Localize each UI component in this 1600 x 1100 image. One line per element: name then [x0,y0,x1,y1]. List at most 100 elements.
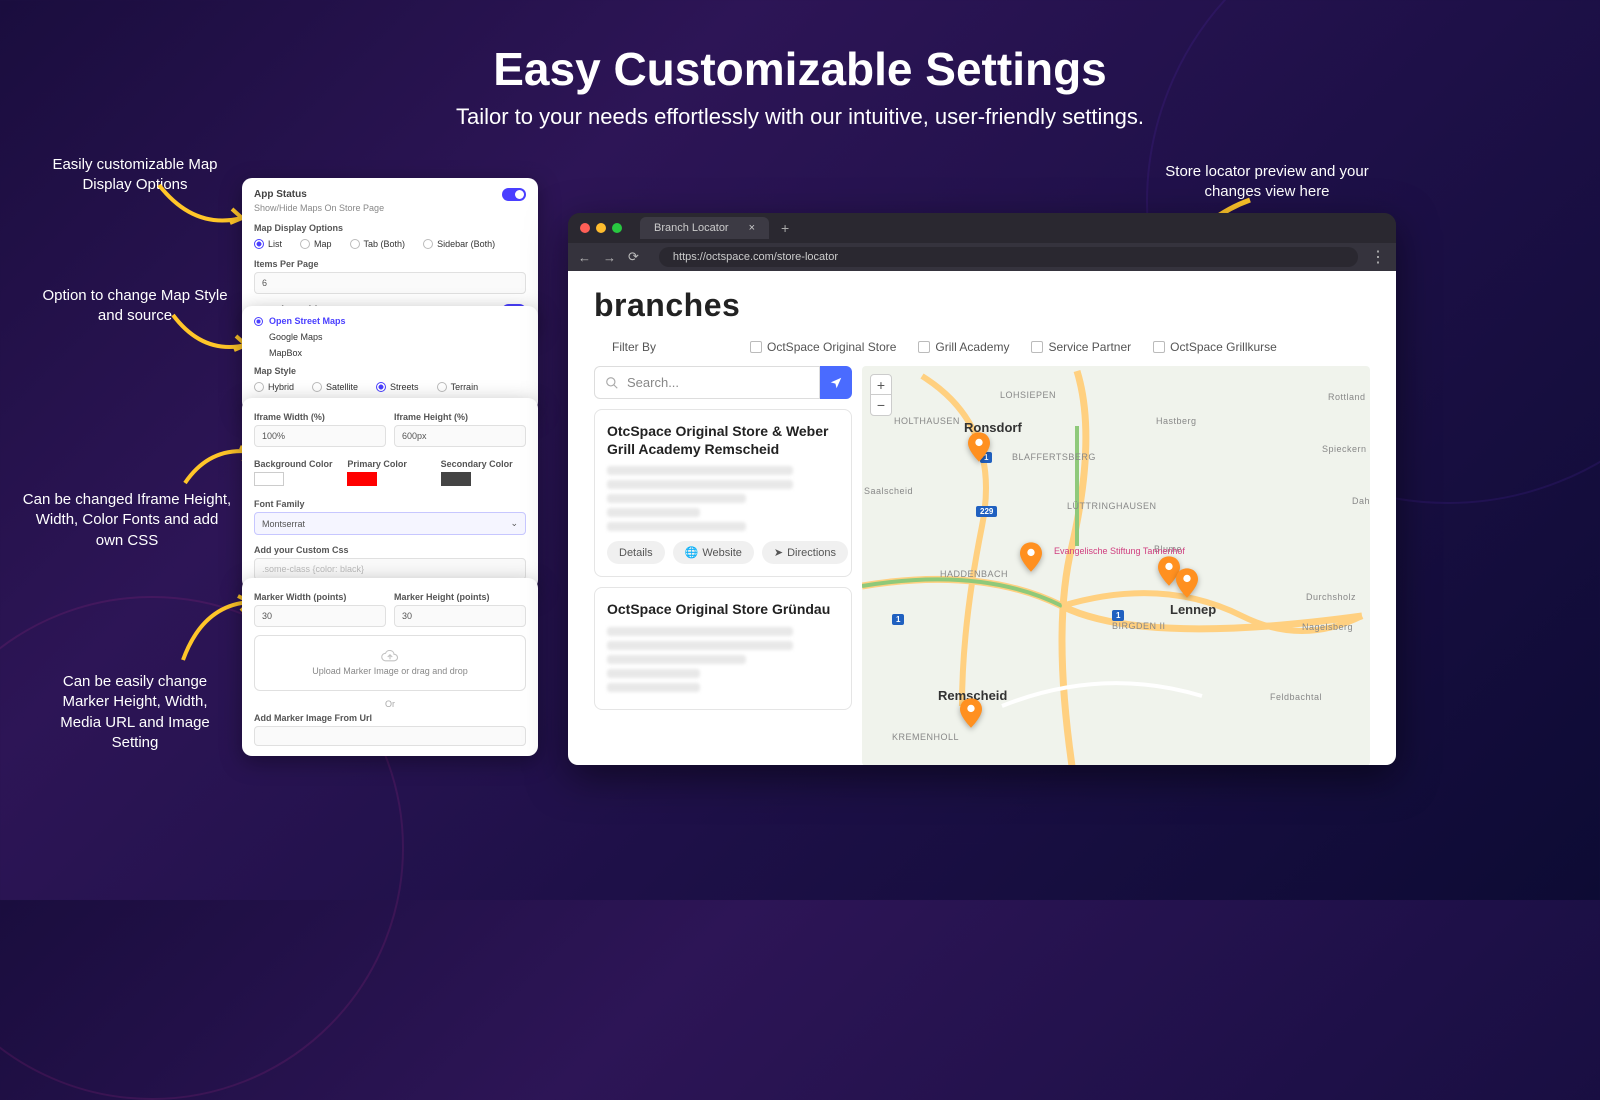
globe-icon: 🌐 [685,546,699,559]
custom-css-input[interactable]: .some-class {color: black} [254,558,526,580]
browser-tab[interactable]: Branch Locator× [640,217,769,239]
locate-button[interactable] [820,366,852,399]
search-input[interactable]: Search... [594,366,820,399]
store-card-2[interactable]: OctSpace Original Store Gründau [594,587,852,709]
url-input[interactable]: https://octspace.com/store-locator [659,247,1358,267]
new-tab-button[interactable]: + [781,220,789,236]
map-poi: Evangelische Stiftung Tannenhof [1054,546,1185,556]
city-lennep: Lennep [1170,602,1216,617]
marker-width-input[interactable]: 30 [254,605,386,627]
bg-color-label: Background Color [254,459,339,469]
radio-terrain[interactable]: Terrain [437,382,479,392]
window-maximize-icon[interactable] [612,223,622,233]
radio-satellite[interactable]: Satellite [312,382,358,392]
source-google[interactable]: Google Maps [254,332,526,342]
annotation-preview: Store locator preview and your changes v… [1162,162,1372,203]
marker-height-label: Marker Height (points) [394,592,526,602]
filter-service-partner[interactable]: Service Partner [1031,340,1131,354]
map-pin[interactable] [1020,542,1042,572]
search-icon [605,376,619,390]
website-button[interactable]: 🌐Website [673,541,754,564]
zoom-out-button[interactable]: − [871,395,891,415]
app-status-label: App Status [254,189,307,200]
map-area: BLAFFERTSBERG [1012,452,1096,462]
chevron-down-icon: ⌄ [510,518,518,529]
annotation-display-options: Easily customizable Map Display Options [40,155,230,196]
map-area: Nagelsberg [1302,622,1353,632]
forward-icon[interactable]: → [603,250,616,265]
card-iframe-style: Iframe Width (%) 100% Iframe Height (%) … [242,398,538,590]
store-card-1[interactable]: OtcSpace Original Store & Weber Grill Ac… [594,409,852,577]
marker-height-input[interactable]: 30 [394,605,526,627]
map-area: BIRGDEN II [1112,621,1166,631]
annotation-map-style: Option to change Map Style and source [40,286,230,327]
hero-subtitle: Tailor to your needs effortlessly with o… [0,104,1600,130]
annotation-marker: Can be easily change Marker Height, Widt… [40,672,230,753]
card-marker: Marker Width (points) 30 Marker Height (… [242,578,538,756]
filter-grillkurse[interactable]: OctSpace Grillkurse [1153,340,1277,354]
zoom-in-button[interactable]: + [871,375,891,395]
store-2-title: OctSpace Original Store Gründau [607,600,839,618]
details-button[interactable]: Details [607,541,665,564]
map-area: HADDENBACH [940,569,1008,579]
marker-url-input[interactable] [254,726,526,746]
page-heading: branches [594,287,1370,324]
map-pin[interactable] [968,432,990,462]
location-arrow-icon [829,376,843,390]
map-area: Durchsholz [1306,592,1356,602]
map-pin[interactable] [960,698,982,728]
radio-list[interactable]: List [254,239,282,249]
window-close-icon[interactable] [580,223,590,233]
custom-css-label: Add your Custom Css [254,545,526,555]
radio-map[interactable]: Map [300,239,332,249]
marker-image-dropzone[interactable]: Upload Marker Image or drag and drop [254,635,526,691]
source-mapbox[interactable]: MapBox [254,348,526,358]
radio-sidebar[interactable]: Sidebar (Both) [423,239,495,249]
map-pin[interactable] [1176,568,1198,598]
filter-original-store[interactable]: OctSpace Original Store [750,340,896,354]
font-family-label: Font Family [254,499,526,509]
close-tab-icon[interactable]: × [749,222,755,234]
source-openstreet[interactable]: Open Street Maps [254,316,526,326]
map-area: KREMENHOLL [892,732,959,742]
secondary-color-label: Secondary Color [441,459,526,469]
upload-icon [381,650,399,664]
map-area: Spieckern [1322,444,1367,454]
directions-button[interactable]: ➤Directions [762,541,848,564]
annotation-iframe-css: Can be changed Iframe Height, Width, Col… [22,490,232,551]
font-family-select[interactable]: Montserrat⌄ [254,512,526,535]
reload-icon[interactable]: ⟳ [628,249,639,265]
bg-color-swatch[interactable] [254,472,284,486]
items-per-page-label: Items Per Page [254,259,526,269]
card-map-source: Open Street Maps Google Maps MapBox Map … [242,306,538,412]
map-area: HOLTHAUSEN [894,416,960,426]
marker-width-label: Marker Width (points) [254,592,386,602]
iframe-height-input[interactable]: 600px [394,425,526,447]
radio-hybrid[interactable]: Hybrid [254,382,294,392]
filter-grill-academy[interactable]: Grill Academy [918,340,1009,354]
map-area: Rottland [1328,392,1366,402]
primary-color-swatch[interactable] [347,472,377,486]
map-preview[interactable]: + − LOHSIEPEN HOLTHAUS [862,366,1370,765]
browser-window: Branch Locator× + ← → ⟳ https://octspace… [568,213,1396,765]
window-minimize-icon[interactable] [596,223,606,233]
secondary-color-swatch[interactable] [441,472,471,486]
radio-streets[interactable]: Streets [376,382,419,392]
items-per-page-input[interactable]: 6 [254,272,526,294]
iframe-height-label: Iframe Height (%) [394,412,526,422]
map-area: Hastberg [1156,416,1197,426]
road-number: 1 [1112,610,1124,621]
back-icon[interactable]: ← [578,250,591,265]
hero-title: Easy Customizable Settings [0,42,1600,96]
app-status-toggle[interactable] [502,188,526,201]
map-area: LÜTTRINGHAUSEN [1067,501,1157,511]
road-number: 1 [892,614,904,625]
iframe-width-label: Iframe Width (%) [254,412,386,422]
marker-url-label: Add Marker Image From Url [254,713,526,723]
or-divider: Or [254,699,526,709]
iframe-width-input[interactable]: 100% [254,425,386,447]
menu-icon[interactable]: ⋮ [1370,247,1386,267]
map-area: Feldbachtal [1270,692,1322,702]
radio-tab[interactable]: Tab (Both) [350,239,406,249]
primary-color-label: Primary Color [347,459,432,469]
